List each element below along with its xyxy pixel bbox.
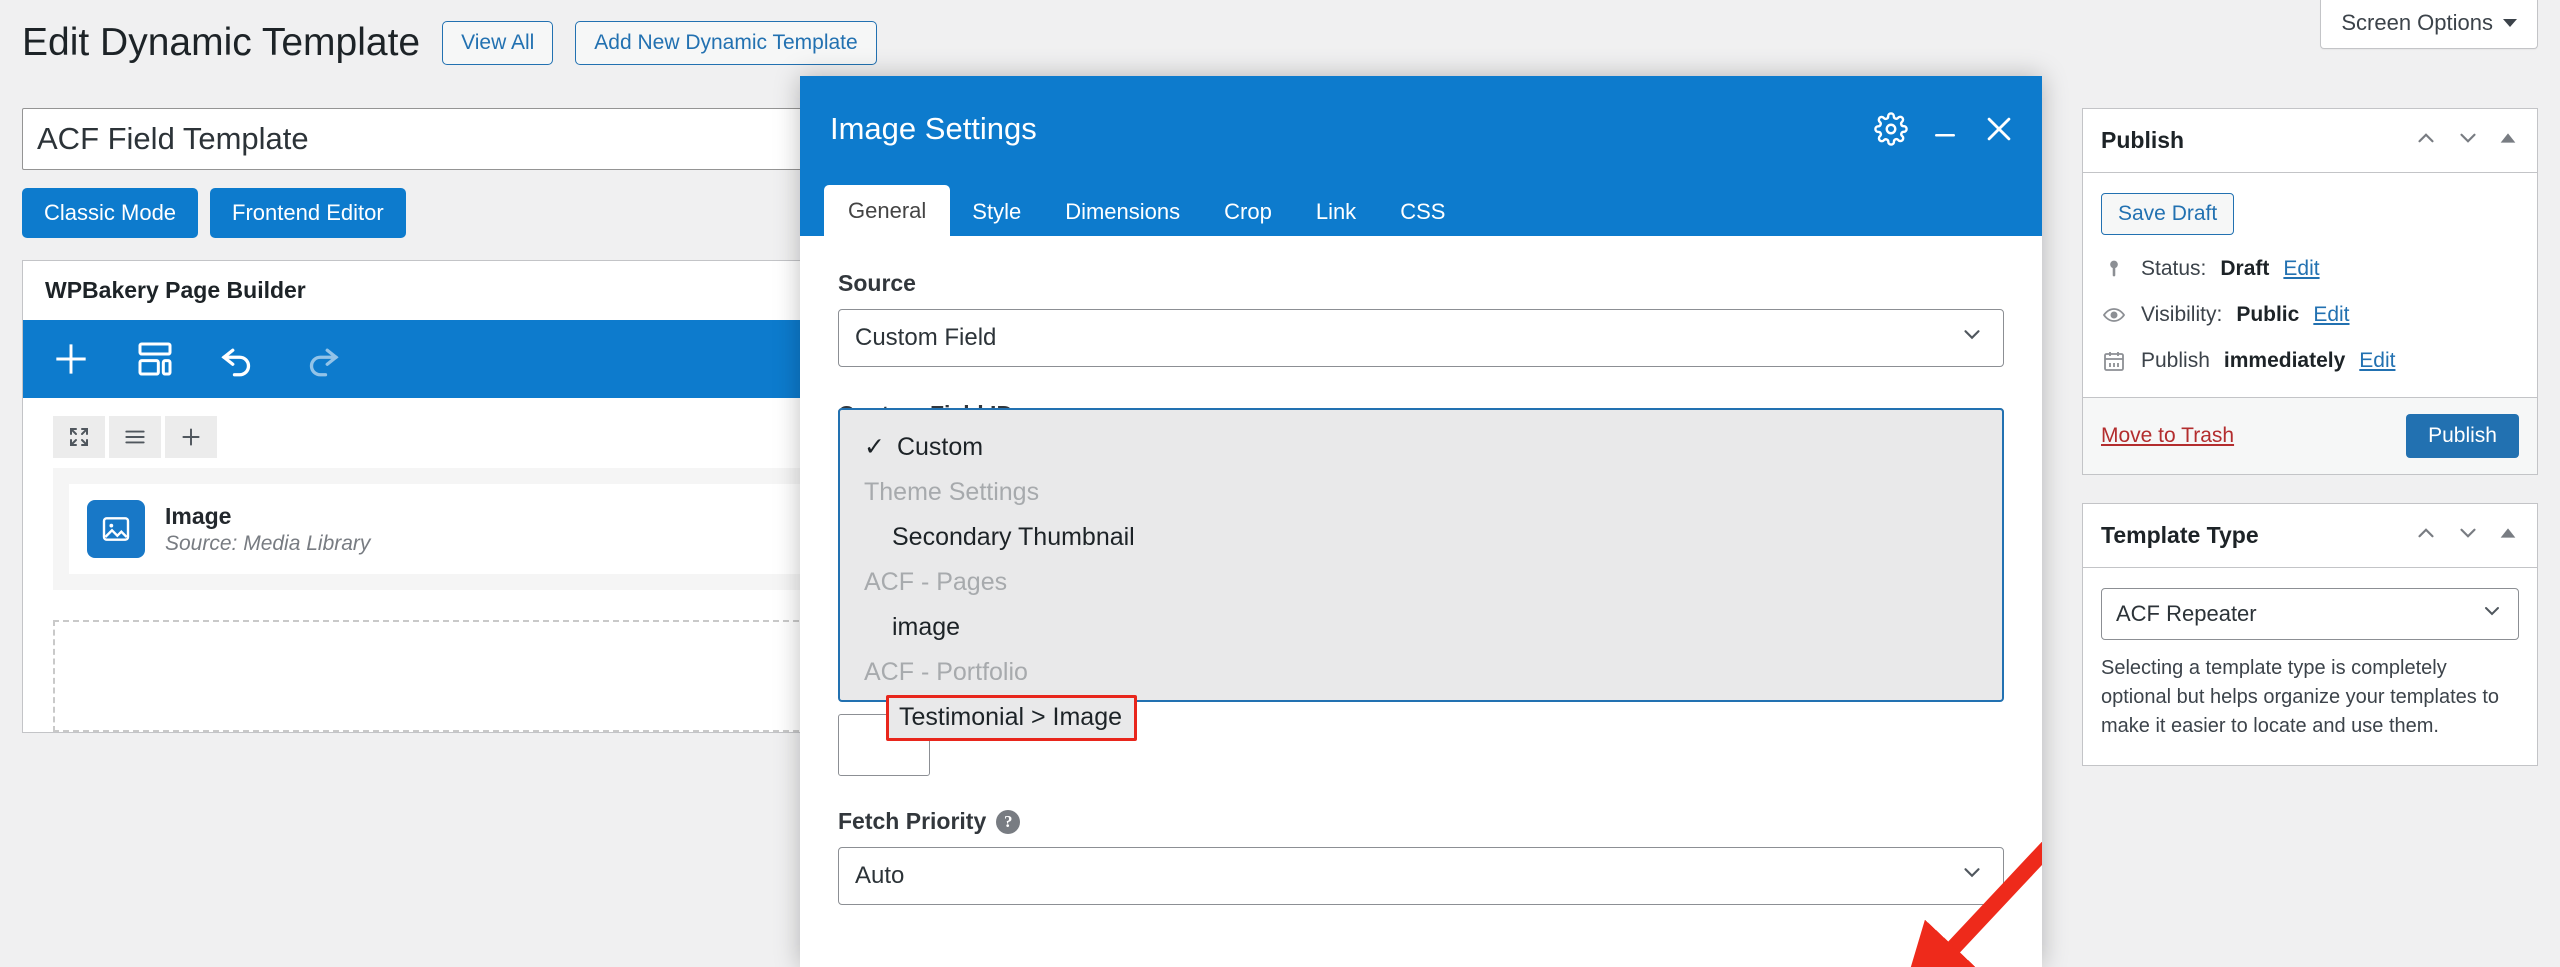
plus-icon[interactable] [49,337,93,381]
publish-panel-title: Publish [2101,127,2185,153]
status-edit-link[interactable]: Edit [2283,257,2319,281]
publish-panel-body: Save Draft Status: Draft Edit Visibility… [2083,173,2537,397]
visibility-edit-link[interactable]: Edit [2313,303,2349,327]
page-title: Edit Dynamic Template [22,21,421,64]
help-icon[interactable]: ? [996,809,1021,834]
save-draft-button[interactable]: Save Draft [2101,193,2235,235]
minimize-icon[interactable] [1930,114,1960,144]
dropdown-option-custom[interactable]: Custom [840,424,2002,470]
image-element-title: Image [165,502,232,529]
status-value: Draft [2220,257,2270,280]
toggle-icon[interactable] [2497,522,2519,549]
image-settings-modal: Image Settings General Style Dimensions … [800,76,2042,967]
tab-css[interactable]: CSS [1378,188,1467,236]
frontend-editor-button[interactable]: Frontend Editor [210,188,406,238]
source-select-value: Custom Field [855,324,997,351]
chevron-up-icon[interactable] [2413,125,2439,156]
pin-icon [2101,258,2127,280]
publish-button[interactable]: Publish [2406,414,2519,458]
publish-panel: Publish Save Draft Status: Draft Edit Vi… [2082,108,2538,475]
redo-icon[interactable] [301,338,343,380]
publish-panel-header-icons [2413,125,2519,156]
screen-options-button[interactable]: Screen Options [2320,0,2538,49]
eye-icon [2101,303,2127,327]
fetch-priority-group: Fetch Priority ? Auto [838,808,2004,905]
undo-icon[interactable] [217,338,259,380]
schedule-row: Publish immediately Edit [2101,349,2519,373]
modal-body: Source Custom Field Custom Field ID Cust… [800,236,2042,967]
visibility-value: Public [2236,303,2300,326]
chevron-down-icon [2503,19,2517,27]
template-type-description: Selecting a template type is completely … [2101,657,2500,737]
template-type-panel-title: Template Type [2101,522,2259,548]
template-type-panel: Template Type ACF Repeater Selecting a t… [2082,503,2538,766]
status-row: Status: Draft Edit [2101,257,2519,281]
schedule-edit-link[interactable]: Edit [2359,349,2395,373]
chevron-up-icon[interactable] [2413,520,2439,551]
expand-icon[interactable] [53,416,105,458]
dropdown-group-acf-portfolio: ACF - Portfolio [864,658,1028,686]
dropdown-option-secondary-thumbnail[interactable]: Secondary Thumbnail [840,515,2002,560]
template-type-panel-header-icons [2413,520,2519,551]
dropdown-option-testimonial-image[interactable]: Testimonial > Image [886,695,1138,741]
tab-dimensions[interactable]: Dimensions [1043,188,1202,236]
fetch-priority-label-text: Fetch Priority [838,808,987,834]
tab-crop[interactable]: Crop [1202,188,1294,236]
template-type-select[interactable]: ACF Repeater [2101,588,2519,640]
dropdown-group-theme-settings: Theme Settings [864,478,1040,506]
template-type-value: ACF Repeater [2116,601,2257,626]
screen-options-bar: Screen Options [2320,0,2538,49]
template-type-panel-body: ACF Repeater Selecting a template type i… [2083,568,2537,765]
dropdown-group-acf-pages: ACF - Pages [864,568,1008,596]
classic-mode-button[interactable]: Classic Mode [22,188,199,238]
move-to-trash-link[interactable]: Move to Trash [2101,424,2234,448]
modal-title: Image Settings [830,111,1037,146]
schedule-label: Publish [2141,349,2210,372]
toggle-icon[interactable] [2497,127,2519,154]
image-element-subtitle: Source: Media Library [165,531,371,555]
chevron-down-icon [1959,860,1985,893]
visibility-row: Visibility: Public Edit [2101,303,2519,327]
screen-options-label: Screen Options [2341,10,2493,35]
menu-icon[interactable] [109,416,161,458]
chevron-down-icon [2480,599,2504,629]
publish-panel-footer: Move to Trash Publish [2083,397,2537,474]
publish-panel-header: Publish [2083,109,2537,173]
chevron-down-icon[interactable] [2455,125,2481,156]
layout-icon[interactable] [135,339,175,379]
chevron-down-icon [1959,322,1985,355]
status-label: Status: [2141,257,2207,280]
plus-icon[interactable] [165,416,217,458]
gear-icon[interactable] [1874,112,1908,146]
modal-header: Image Settings [800,76,2042,182]
close-icon[interactable] [1982,112,2016,146]
tab-general[interactable]: General [824,185,951,236]
add-new-dynamic-template-button[interactable]: Add New Dynamic Template [575,21,877,66]
modal-header-icons [1874,112,2016,146]
chevron-down-icon[interactable] [2455,520,2481,551]
modal-tabs: General Style Dimensions Crop Link CSS [800,182,2042,236]
schedule-value: immediately [2223,349,2346,372]
sidebar: Publish Save Draft Status: Draft Edit Vi… [2082,108,2538,794]
visibility-label: Visibility: [2141,303,2223,326]
dropdown-option-image[interactable]: image [840,605,2002,650]
source-label: Source [838,270,916,296]
custom-field-id-dropdown[interactable]: Custom Theme Settings Secondary Thumbnai… [838,408,2004,741]
view-all-button[interactable]: View All [442,21,554,66]
page-header: Edit Dynamic Template View All Add New D… [22,20,877,67]
source-select[interactable]: Custom Field [838,309,2004,367]
calendar-icon [2101,349,2127,373]
fetch-priority-select[interactable]: Auto [838,847,2004,905]
tab-style[interactable]: Style [950,188,1043,236]
template-type-panel-header: Template Type [2083,504,2537,568]
fetch-priority-value: Auto [855,862,905,889]
tab-link[interactable]: Link [1294,188,1378,236]
image-icon [87,500,145,558]
image-element-text: Image Source: Media Library [165,503,370,556]
fetch-priority-label: Fetch Priority ? [838,808,2004,835]
